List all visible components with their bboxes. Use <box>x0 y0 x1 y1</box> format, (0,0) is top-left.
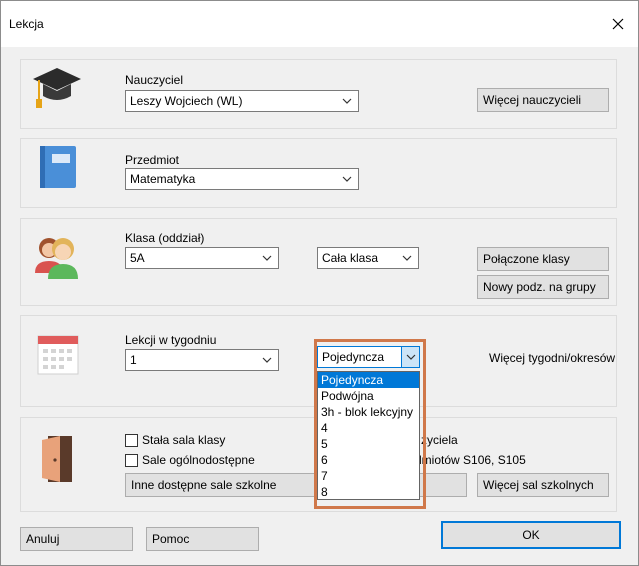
close-icon <box>612 18 624 30</box>
teacher-panel: Nauczyciel Leszy Wojciech (WL) Więcej na… <box>20 59 617 129</box>
lesson-type-option[interactable]: 6 <box>318 452 419 468</box>
group-select-value: Cała klasa <box>322 251 379 265</box>
fixed-room-checkbox[interactable] <box>125 433 138 447</box>
students-icon <box>35 238 78 279</box>
class-select-value: 5A <box>130 251 145 265</box>
more-rooms-button[interactable]: Więcej sal szkolnych <box>477 473 609 497</box>
teacher-room-label: zyciela <box>421 433 458 447</box>
chevron-down-icon <box>401 347 419 367</box>
calendar-icon <box>37 335 79 375</box>
class-select[interactable]: 5A <box>125 247 279 269</box>
graduation-cap-icon <box>33 68 81 108</box>
merged-classes-button[interactable]: Połączone klasy <box>477 247 609 271</box>
lessons-count-select[interactable]: 1 <box>125 349 279 371</box>
book-icon <box>40 146 76 188</box>
subject-panel: Przedmiot Matematyka <box>20 138 617 208</box>
subject-rooms-label: dmiotów S106, S105 <box>415 453 526 467</box>
close-button[interactable] <box>598 7 638 41</box>
chevron-down-icon <box>338 91 356 111</box>
lesson-type-option[interactable]: Podwójna <box>318 388 419 404</box>
general-rooms-label: Sale ogólnodostępne <box>142 453 255 467</box>
ok-button[interactable]: OK <box>441 521 621 549</box>
more-teachers-button[interactable]: Więcej nauczycieli <box>477 88 609 112</box>
chevron-down-icon <box>258 350 276 370</box>
chevron-down-icon <box>258 248 276 268</box>
subject-select-value: Matematyka <box>130 172 196 186</box>
lesson-dialog: Lekcja Nauczyciel Leszy Wojciech (WL) Wi… <box>0 0 639 566</box>
lesson-type-option[interactable]: 4 <box>318 420 419 436</box>
new-group-split-button[interactable]: Nowy podz. na grupy <box>477 275 609 299</box>
lesson-type-option[interactable]: 5 <box>318 436 419 452</box>
teacher-select-value: Leszy Wojciech (WL) <box>130 94 243 108</box>
class-panel: Klasa (oddział) 5A Cała klasa Połączone … <box>20 218 617 306</box>
subject-label: Przedmiot <box>125 153 180 167</box>
chevron-down-icon <box>398 248 416 268</box>
group-select[interactable]: Cała klasa <box>317 247 419 269</box>
class-label: Klasa (oddział) <box>125 231 205 245</box>
lesson-type-option[interactable]: Pojedyncza <box>318 372 419 388</box>
fixed-room-label: Stała sala klasy <box>142 433 226 447</box>
fixed-room-option[interactable]: Stała sala klasy <box>125 433 225 447</box>
lesson-type-value: Pojedyncza <box>322 350 385 364</box>
lesson-type-option[interactable]: 3h - blok lekcyjny <box>318 404 419 420</box>
lesson-type-option[interactable]: 8 <box>318 484 419 500</box>
help-button[interactable]: Pomoc <box>146 527 259 551</box>
lesson-type-select[interactable]: Pojedyncza <box>317 346 420 368</box>
title-bar: Lekcja <box>1 1 638 47</box>
lesson-type-option[interactable]: 7 <box>318 468 419 484</box>
lesson-type-options-list: Pojedyncza Podwójna 3h - blok lekcyjny 4 5 6 7… <box>317 371 420 500</box>
general-rooms-checkbox[interactable] <box>125 453 138 467</box>
door-icon <box>42 436 72 482</box>
subject-select[interactable]: Matematyka <box>125 168 359 190</box>
general-rooms-option[interactable]: Sale ogólnodostępne <box>125 453 255 467</box>
lessons-count-value: 1 <box>130 353 137 367</box>
more-weeks-link[interactable]: Więcej tygodni/okresów <box>489 351 615 365</box>
teacher-select[interactable]: Leszy Wojciech (WL) <box>125 90 359 112</box>
lessons-per-week-label: Lekcji w tygodniu <box>125 333 217 347</box>
chevron-down-icon <box>338 169 356 189</box>
cancel-button[interactable]: Anuluj <box>20 527 133 551</box>
window-title: Lekcja <box>9 17 44 31</box>
teacher-label: Nauczyciel <box>125 73 184 87</box>
